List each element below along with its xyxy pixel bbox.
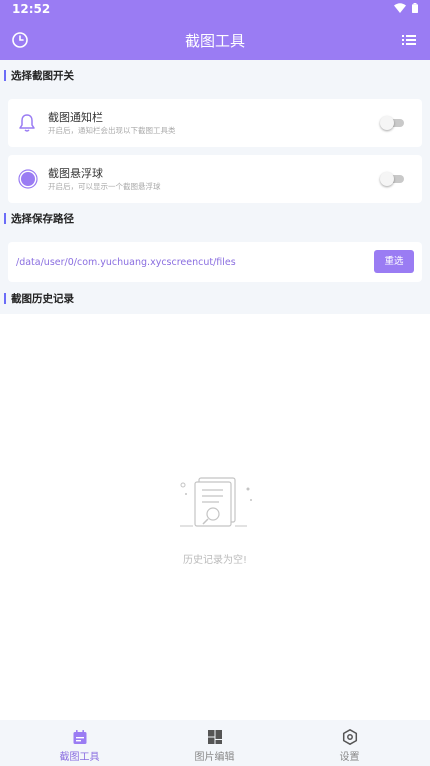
notification-toggle[interactable] (380, 116, 406, 130)
section-accent-bar (4, 212, 6, 224)
floating-ball-icon (18, 169, 38, 189)
section-title: 截图历史记录 (11, 292, 74, 305)
floating-ball-subtitle: 开启后，可以显示一个截图悬浮球 (48, 182, 161, 191)
save-path-card: /data/user/0/com.yuchuang.xycscreencut/f… (8, 242, 422, 282)
toggle-thumb (380, 172, 394, 186)
page-title: 截图工具 (184, 32, 245, 50)
reselect-path-button[interactable]: 重选 (374, 250, 414, 273)
section-header-path: 选择保存路径 (4, 211, 74, 225)
bottom-nav: 截图工具 图片编辑 设置 (0, 720, 430, 766)
floating-ball-title: 截图悬浮球 (48, 167, 103, 180)
notification-title: 截图通知栏 (48, 111, 103, 124)
grid-icon (207, 730, 222, 744)
nav-label: 截图工具 (59, 752, 100, 763)
empty-history-icon (180, 477, 252, 527)
nav-tab-screenshot-tool[interactable]: 截图工具 (8, 720, 151, 766)
calendar-icon (73, 730, 86, 744)
save-path-value: /data/user/0/com.yuchuang.xycscreencut/f… (16, 257, 236, 268)
empty-history-text: 历史记录为空! (182, 555, 247, 566)
list-menu-icon[interactable] (401, 32, 417, 48)
app-bar: 截图工具 (0, 20, 430, 60)
floating-ball-toggle[interactable] (380, 172, 406, 186)
section-accent-bar (4, 69, 6, 81)
hexagon-settings-icon (342, 729, 357, 745)
nav-tab-image-edit[interactable]: 图片编辑 (143, 720, 286, 766)
bell-icon (19, 114, 35, 132)
toggle-thumb (380, 116, 394, 130)
floating-ball-card[interactable]: 截图悬浮球 开启后，可以显示一个截图悬浮球 (8, 155, 422, 203)
notification-subtitle: 开启后，通知栏会出现以下截图工具类 (48, 126, 176, 135)
status-bar: 12:52 (0, 0, 430, 20)
section-header-history: 截图历史记录 (4, 291, 74, 305)
section-accent-bar (4, 292, 6, 304)
battery-icon (412, 3, 418, 13)
section-title: 选择截图开关 (11, 69, 74, 82)
nav-tab-settings[interactable]: 设置 (278, 720, 421, 766)
section-header-switch: 选择截图开关 (4, 68, 74, 82)
nav-label: 图片编辑 (194, 752, 235, 763)
notification-card[interactable]: 截图通知栏 开启后，通知栏会出现以下截图工具类 (8, 99, 422, 147)
nav-label: 设置 (339, 752, 360, 763)
wifi-icon (394, 3, 406, 13)
status-icons (394, 3, 418, 13)
status-time: 12:52 (12, 2, 51, 16)
settings-content: 选择截图开关 截图通知栏 开启后，通知栏会出现以下截图工具类 截图悬浮球 开启后… (0, 60, 430, 314)
section-title: 选择保存路径 (11, 212, 74, 225)
